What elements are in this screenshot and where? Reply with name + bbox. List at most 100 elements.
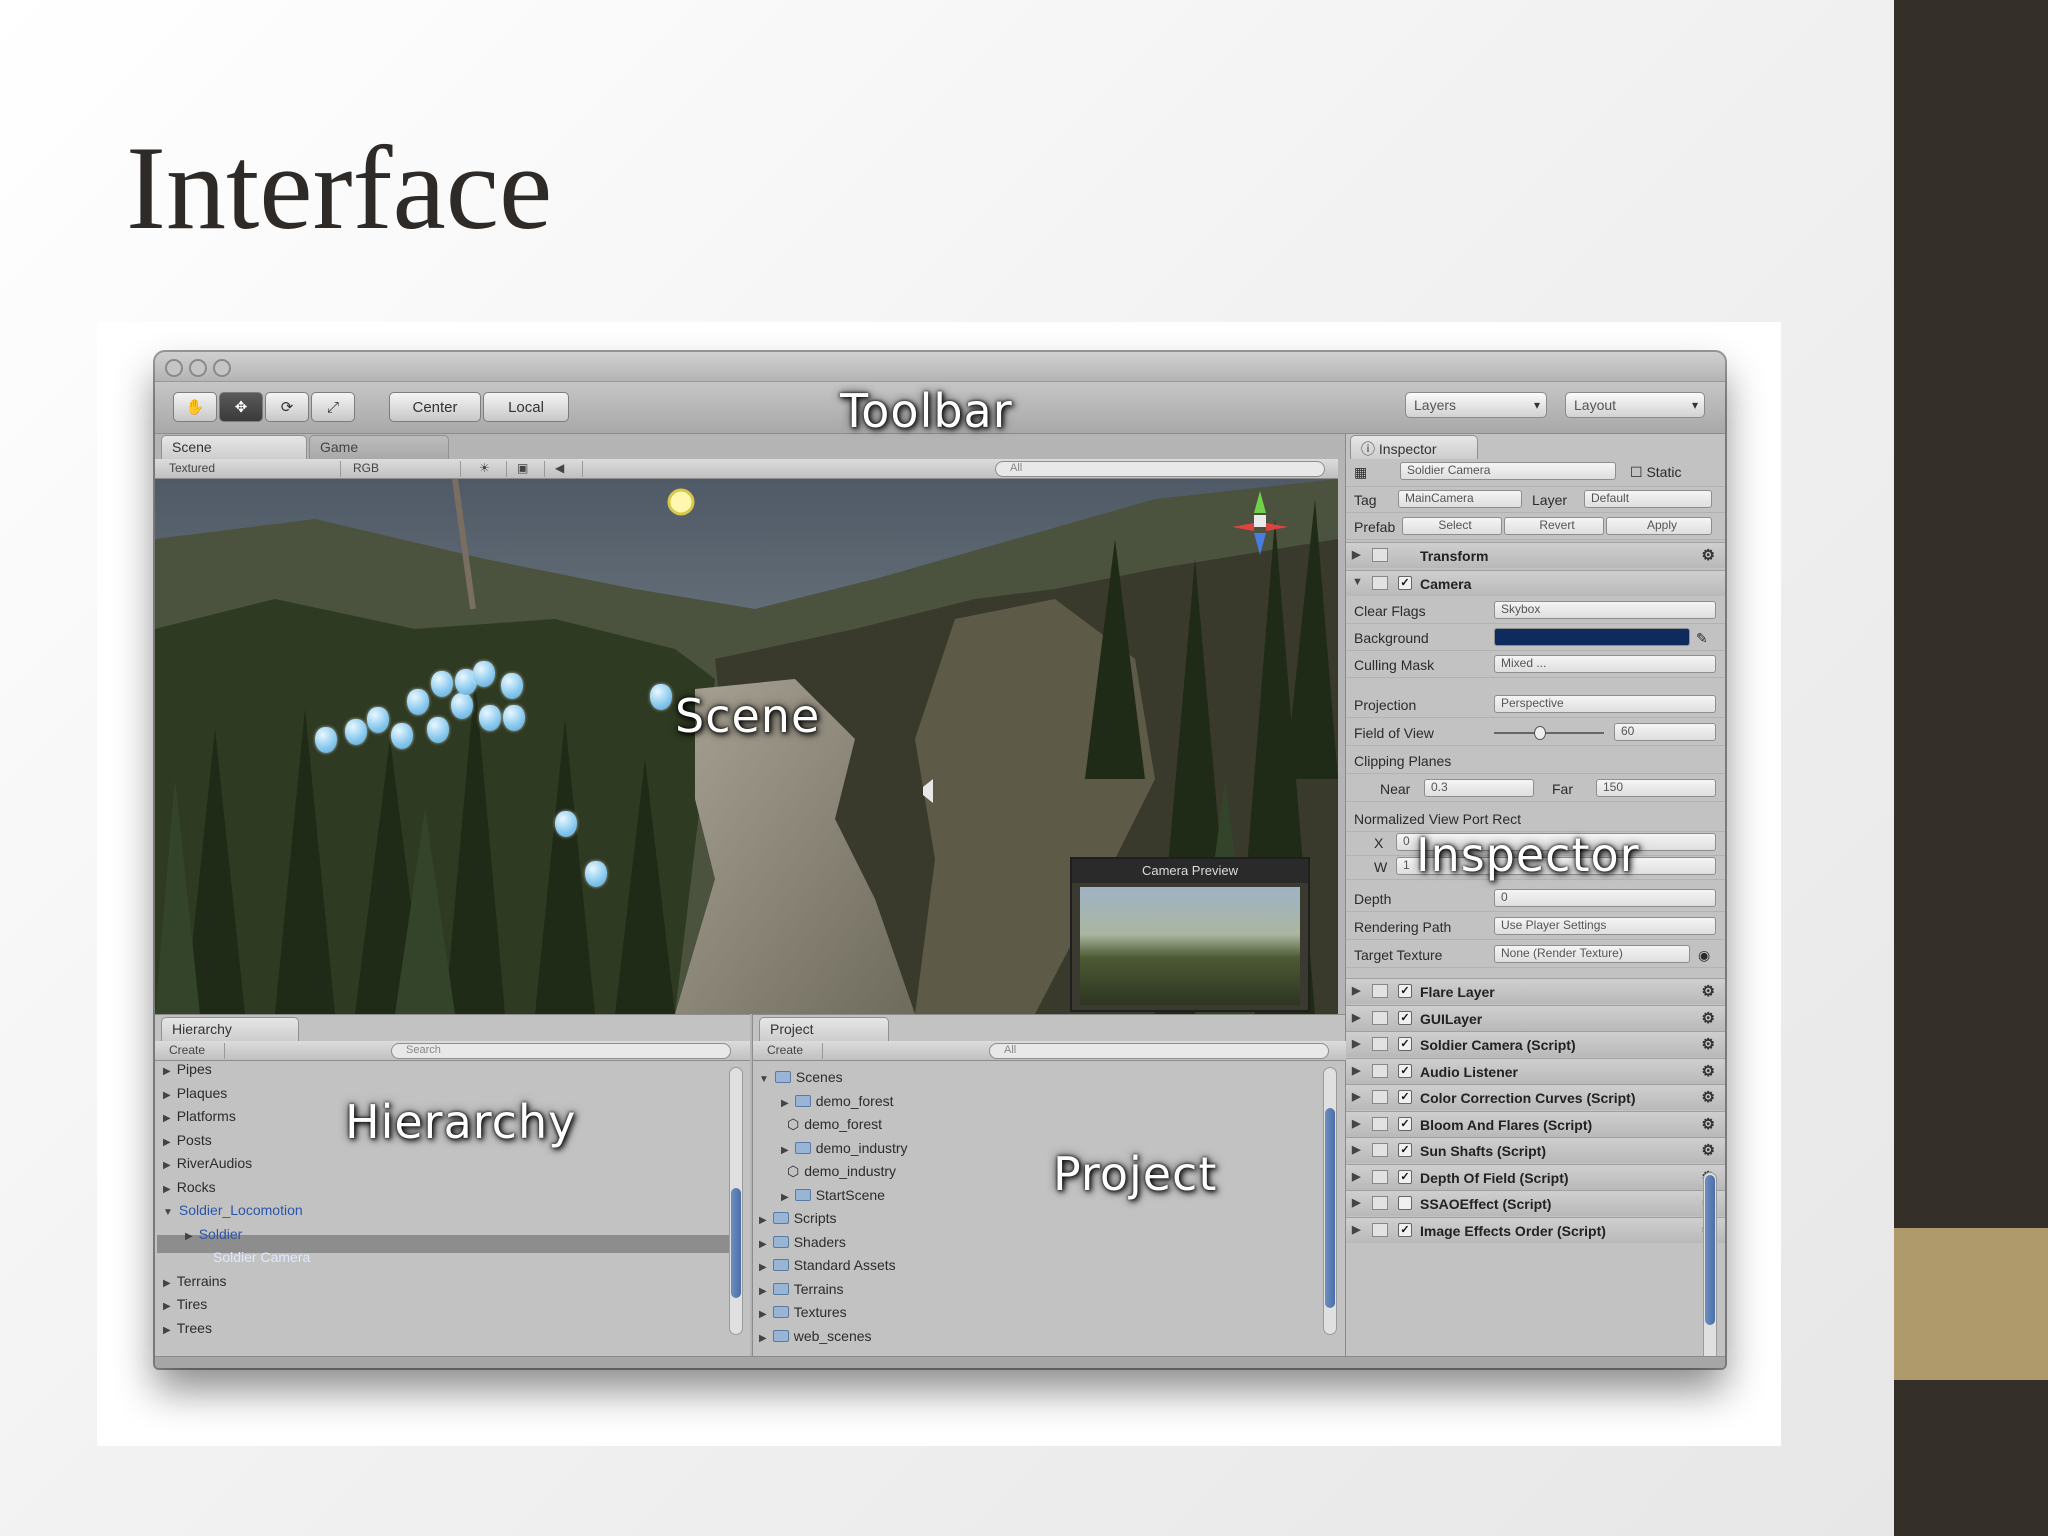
projection-dropdown[interactable]: Perspective [1494, 695, 1716, 713]
folder-item[interactable]: ▶ demo_forest [781, 1093, 894, 1109]
hierarchy-item[interactable]: ▶ Tires [163, 1296, 207, 1312]
hierarchy-create-dropdown[interactable]: Create [161, 1043, 225, 1059]
folder-item[interactable]: ▼ Scenes [759, 1069, 843, 1085]
tab-game[interactable]: Game [309, 435, 449, 459]
audio-source-gizmo[interactable] [585, 861, 607, 887]
enabled-checkbox[interactable] [1398, 1196, 1412, 1210]
audio-source-gizmo[interactable] [650, 684, 672, 710]
audio-source-gizmo[interactable] [479, 705, 501, 731]
enabled-checkbox[interactable]: ✓ [1398, 576, 1412, 590]
near-field[interactable]: 0.3 [1424, 779, 1534, 797]
audio-source-gizmo[interactable] [427, 717, 449, 743]
component-row[interactable]: ▶ ✓ Sun Shafts (Script) ⚙ [1346, 1137, 1725, 1163]
enabled-checkbox[interactable]: ✓ [1398, 1090, 1412, 1104]
project-create-dropdown[interactable]: Create [759, 1043, 823, 1059]
tab-project[interactable]: Project [759, 1017, 889, 1041]
component-transform[interactable]: ▶ Transform ⚙ [1346, 542, 1725, 568]
audio-source-gizmo[interactable] [367, 707, 389, 733]
folder-item[interactable]: ▶ Standard Assets [759, 1257, 896, 1273]
hierarchy-item[interactable]: ▶ Soldier [185, 1226, 242, 1242]
tab-scene[interactable]: Scene [161, 435, 307, 459]
background-color-swatch[interactable] [1494, 628, 1690, 646]
scene-view[interactable]: Scene Camera Preview [155, 479, 1338, 1014]
pivot-center-button[interactable]: Center [389, 392, 481, 422]
prefab-select-button[interactable]: Select [1402, 517, 1502, 535]
close-window-button[interactable] [165, 359, 183, 377]
clear-flags-dropdown[interactable]: Skybox [1494, 601, 1716, 619]
audio-source-gizmo[interactable] [391, 723, 413, 749]
inspector-scrollbar[interactable] [1703, 1172, 1717, 1362]
component-row[interactable]: ▶ ✓ Bloom And Flares (Script) ⚙ [1346, 1110, 1725, 1137]
eyedropper-icon[interactable]: ✎ [1696, 630, 1708, 647]
object-picker-icon[interactable]: ◉ [1698, 947, 1710, 964]
tab-hierarchy[interactable]: Hierarchy [161, 1017, 299, 1041]
hierarchy-item[interactable]: ▶ RiverAudios [163, 1155, 252, 1171]
scene-image-toggle[interactable]: ▣ [509, 461, 545, 477]
audio-source-gizmo[interactable] [555, 811, 577, 837]
scene-asset-item[interactable]: ⬡ demo_industry [781, 1163, 896, 1180]
scene-search-input[interactable]: All [995, 461, 1325, 477]
culling-mask-dropdown[interactable]: Mixed ... [1494, 655, 1716, 673]
far-field[interactable]: 150 [1596, 779, 1716, 797]
lighting-toggle[interactable]: ☀ [471, 461, 507, 477]
enabled-checkbox[interactable]: ✓ [1398, 1169, 1412, 1184]
static-checkbox[interactable]: ☐ Static [1630, 464, 1681, 481]
gear-icon[interactable]: ⚙ [1702, 1035, 1715, 1053]
color-mode-dropdown[interactable]: RGB [345, 461, 461, 477]
hierarchy-scrollbar[interactable] [729, 1067, 743, 1335]
object-name-field[interactable]: Soldier Camera [1400, 462, 1616, 480]
minimize-window-button[interactable] [189, 359, 207, 377]
enabled-checkbox[interactable]: ✓ [1398, 1037, 1412, 1051]
move-tool-button[interactable]: ✥ [219, 392, 263, 422]
enabled-checkbox[interactable]: ✓ [1398, 1010, 1412, 1025]
layer-dropdown[interactable]: Default [1584, 490, 1712, 508]
enabled-checkbox[interactable]: ✓ [1398, 984, 1412, 998]
audio-source-gizmo[interactable] [501, 673, 523, 699]
folder-item[interactable]: ▶ web_scenes [759, 1328, 872, 1344]
gear-icon[interactable]: ⚙ [1702, 1088, 1715, 1106]
gear-icon[interactable]: ⚙ [1702, 546, 1715, 564]
audio-source-gizmo[interactable] [345, 719, 367, 745]
hierarchy-item[interactable]: ▶ Terrains [163, 1273, 227, 1289]
pivot-local-button[interactable]: Local [483, 392, 569, 422]
gear-icon[interactable]: ⚙ [1702, 982, 1715, 1000]
audio-source-gizmo[interactable] [451, 693, 473, 719]
layers-dropdown[interactable]: Layers [1405, 392, 1547, 418]
component-row[interactable]: ▶ ✓ GUILayer ⚙ [1346, 1004, 1725, 1031]
component-row[interactable]: ▶ ✓ Color Correction Curves (Script) ⚙ [1346, 1084, 1725, 1110]
hierarchy-item[interactable]: ▼ Soldier_Locomotion [163, 1202, 303, 1218]
hierarchy-item[interactable]: ▶ Pipes [163, 1061, 212, 1077]
component-row[interactable]: ▶ ✓ Soldier Camera (Script) ⚙ [1346, 1031, 1725, 1057]
gear-icon[interactable]: ⚙ [1702, 1062, 1715, 1080]
hand-tool-button[interactable]: ✋ [173, 392, 217, 422]
enabled-checkbox[interactable]: ✓ [1398, 1063, 1412, 1078]
folder-item[interactable]: ▶ Scripts [759, 1210, 837, 1226]
gear-icon[interactable]: ⚙ [1702, 1009, 1715, 1027]
fov-field[interactable]: 60 [1614, 723, 1716, 741]
enabled-checkbox[interactable]: ✓ [1398, 1116, 1412, 1131]
scene-asset-item[interactable]: ⬡ demo_forest [781, 1116, 882, 1133]
zoom-window-button[interactable] [213, 359, 231, 377]
tab-inspector[interactable]: ⓘ Inspector [1350, 435, 1478, 459]
hierarchy-item[interactable]: Soldier Camera [207, 1249, 310, 1265]
project-scroll-thumb[interactable] [1325, 1108, 1335, 1308]
hierarchy-item[interactable]: ▶ Posts [163, 1132, 212, 1148]
audio-source-gizmo[interactable] [407, 689, 429, 715]
component-row[interactable]: ▶✓Depth Of Field (Script)⚙ [1346, 1163, 1725, 1190]
component-row[interactable]: ▶SSAOEffect (Script)⚙ [1346, 1190, 1725, 1216]
fov-slider-thumb[interactable] [1534, 726, 1546, 740]
rendering-path-dropdown[interactable]: Use Player Settings [1494, 917, 1716, 935]
audio-source-gizmo[interactable] [431, 671, 453, 697]
hierarchy-item[interactable]: ▶ Trees [163, 1320, 212, 1336]
hierarchy-item[interactable]: ▶ Platforms [163, 1108, 236, 1124]
folder-item[interactable]: ▶ demo_industry [781, 1140, 908, 1156]
target-texture-field[interactable]: None (Render Texture) [1494, 945, 1690, 963]
folder-item[interactable]: ▶ Terrains [759, 1281, 844, 1297]
hierarchy-item[interactable]: ▶ Plaques [163, 1085, 227, 1101]
inspector-scroll-thumb[interactable] [1705, 1175, 1715, 1325]
audio-source-gizmo[interactable] [473, 661, 495, 687]
gear-icon[interactable]: ⚙ [1702, 1141, 1715, 1159]
rotate-tool-button[interactable]: ⟳ [265, 392, 309, 422]
component-row[interactable]: ▶ ✓ Flare Layer ⚙ [1346, 978, 1725, 1004]
enabled-checkbox[interactable]: ✓ [1398, 1143, 1412, 1157]
